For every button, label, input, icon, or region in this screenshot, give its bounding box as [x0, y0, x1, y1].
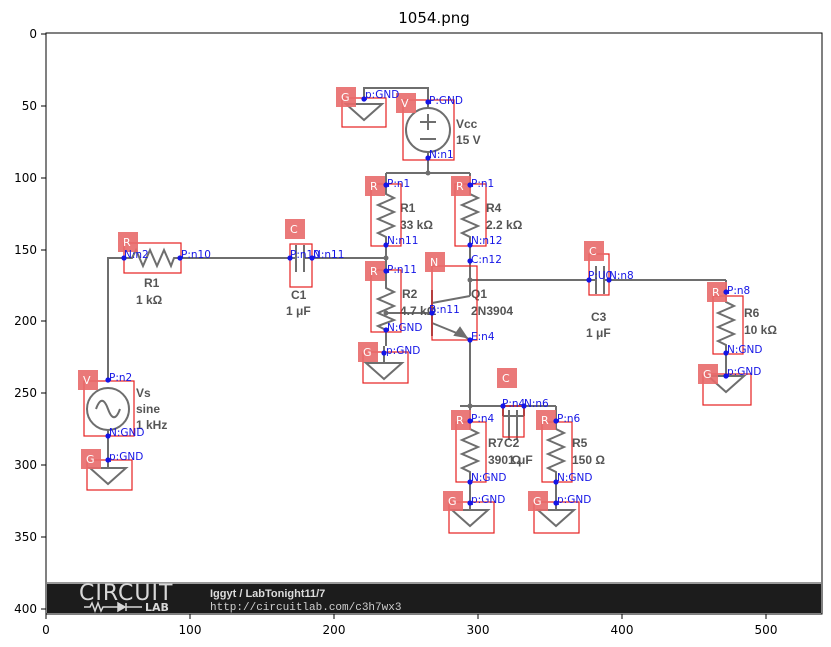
pin-label: N:n11 — [313, 249, 344, 261]
r5-name: R5 — [572, 436, 588, 450]
badge-label: G — [363, 346, 372, 359]
r5-value: 150 Ω — [572, 453, 605, 467]
pin-label: E:n4 — [471, 331, 495, 343]
pin-label: N:n2 — [124, 249, 149, 261]
r6-name: R6 — [744, 306, 760, 320]
pin-label: p:GND — [365, 89, 399, 101]
vs-value: sine — [136, 402, 160, 416]
badge-label: R — [456, 414, 464, 427]
badge-label: G — [533, 495, 542, 508]
badge-label: C — [290, 223, 298, 236]
pin-label: P:n1 — [471, 178, 494, 190]
x-tick-label: 200 — [323, 623, 346, 637]
vcc-name: Vcc — [456, 117, 478, 131]
pin-label: P:n8 — [727, 285, 750, 297]
c2-value: 1 μF — [508, 453, 533, 467]
pin-label: p:GND — [109, 451, 143, 463]
pin-label: P:n4 — [502, 398, 526, 410]
pin-label: P:n6 — [557, 413, 581, 425]
badge-label: G — [86, 453, 95, 466]
pin-label: P:n10 — [181, 249, 211, 261]
badge-label: R — [370, 265, 378, 278]
r6-value: 10 kΩ — [744, 323, 777, 337]
y-axis — [41, 33, 46, 610]
pin-label: P:n4 — [471, 413, 495, 425]
vcc-value: 15 V — [456, 133, 481, 147]
badge-label: V — [83, 374, 91, 387]
r1in-value: 1 kΩ — [136, 293, 163, 307]
q1-name: Q1 — [471, 287, 487, 301]
pin-label: C:n12 — [471, 254, 502, 266]
pin-label: p:GND — [727, 366, 761, 378]
x-axis — [45, 614, 767, 619]
pin-label: p:GND — [386, 345, 420, 357]
r1-name: R1 — [400, 201, 416, 215]
x-tick-label: 400 — [611, 623, 634, 637]
r7-name: R7 — [488, 436, 504, 450]
x-tick-label: 500 — [755, 623, 778, 637]
pin-label: N:n12 — [471, 235, 502, 247]
c3-name: C3 — [591, 310, 607, 324]
y-tick-label: 50 — [22, 99, 37, 113]
r4-value: 2.2 kΩ — [486, 218, 523, 232]
r4-name: R4 — [486, 201, 502, 215]
pin-label: N:GND — [109, 427, 144, 439]
badge-label: G — [448, 495, 457, 508]
badge-label: R — [456, 180, 464, 193]
r1-value: 33 kΩ — [400, 218, 433, 232]
pin-label: P:n2 — [109, 372, 132, 384]
badge-label: R — [712, 286, 720, 299]
pin-label: p:GND — [557, 494, 591, 506]
pin-label: N:GND — [471, 472, 506, 484]
c1-name: C1 — [291, 288, 307, 302]
banner-credit-url[interactable]: http://circuitlab.com/c3h7wx3 — [210, 602, 401, 614]
y-tick-label: 250 — [14, 386, 37, 400]
r2-name: R2 — [402, 287, 418, 301]
pin-label: B:n11 — [429, 304, 460, 316]
badge-label: G — [703, 368, 712, 381]
pin-label: N:n1 — [429, 149, 454, 161]
y-tick-label: 200 — [14, 314, 37, 328]
badge-label: G — [341, 91, 350, 104]
badge-label: C — [589, 245, 597, 258]
badge-label: R — [370, 180, 378, 193]
badge-label: R — [541, 414, 549, 427]
vs-name: Vs — [136, 386, 151, 400]
y-tick-label: 100 — [14, 171, 37, 185]
figure-title: 1054.png — [398, 9, 470, 27]
pin-label: P:n11 — [387, 264, 417, 276]
pin-label: N:n8 — [609, 270, 634, 282]
badge-label: V — [401, 97, 409, 110]
y-tick-label: 300 — [14, 458, 37, 472]
badge-label: N — [430, 256, 438, 269]
x-tick-label: 100 — [179, 623, 202, 637]
pin-label: N:GND — [387, 322, 422, 334]
c1-value: 1 μF — [286, 304, 311, 318]
c2-name: C2 — [504, 436, 520, 450]
badge-label: R — [123, 236, 131, 249]
y-tick-label: 400 — [14, 602, 37, 616]
pin-label: P:GND — [429, 95, 463, 107]
x-tick-label: 0 — [42, 623, 50, 637]
badge-label: C — [502, 372, 510, 385]
pin-label: N:n11 — [387, 235, 418, 247]
pin-label: p:GND — [471, 494, 505, 506]
y-tick-label: 0 — [29, 27, 37, 41]
pin-label: P:n1 — [387, 178, 410, 190]
c3-value: 1 μF — [586, 326, 611, 340]
x-tick-label: 300 — [467, 623, 490, 637]
y-tick-label: 150 — [14, 243, 37, 257]
y-tick-label: 350 — [14, 530, 37, 544]
circuit-figure: 1054.png 0 100 200 300 400 500 0 50 100 … — [14, 9, 823, 637]
pin-label: N:GND — [727, 344, 762, 356]
r1in-name: R1 — [144, 276, 160, 290]
pin-label: N:GND — [557, 472, 592, 484]
banner-credit-author: Iggyt / LabTonight11/7 — [210, 588, 325, 600]
circuitlab-logo-bottom: LAB — [145, 601, 169, 614]
pin-label: N:n6 — [524, 398, 549, 410]
